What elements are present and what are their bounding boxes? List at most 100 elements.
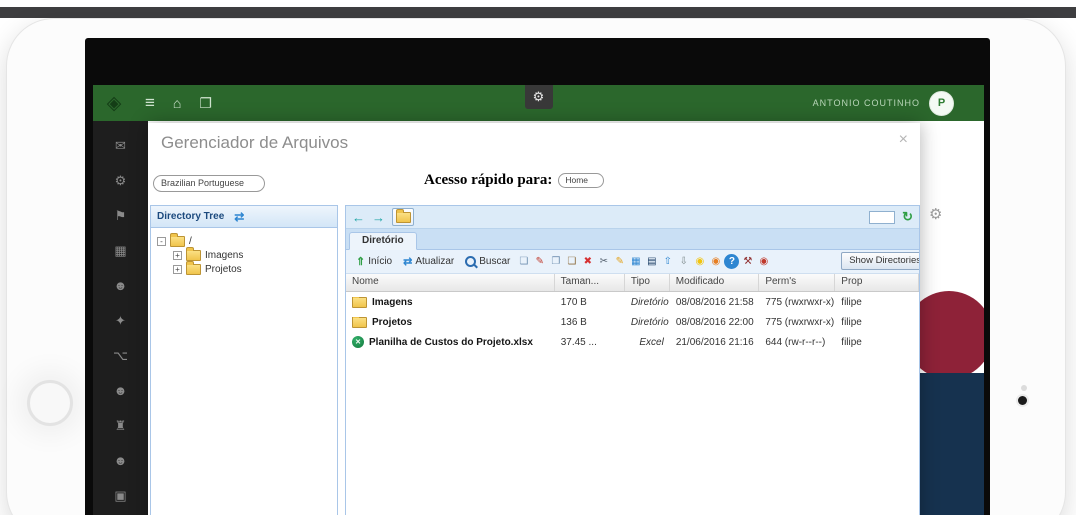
search-icon bbox=[465, 256, 476, 267]
column-modificado[interactable]: Modificado bbox=[670, 274, 760, 291]
upload-icon[interactable]: ⇧ bbox=[660, 254, 675, 269]
cut-icon[interactable]: ✂ bbox=[596, 254, 611, 269]
rename-icon[interactable]: ✎ bbox=[612, 254, 627, 269]
current-folder-button[interactable] bbox=[392, 208, 414, 226]
home-icon[interactable]: ⌂ bbox=[173, 85, 181, 121]
sidebar-item-organization-icon[interactable]: ♜ bbox=[115, 419, 127, 432]
tree-item-label: Projetos bbox=[205, 264, 242, 275]
hamburger-menu-icon[interactable]: ≡ bbox=[145, 85, 155, 121]
desk-edge bbox=[0, 7, 1076, 18]
browser-toolbar: ⇑ Início ⇄ Atualizar Buscar ❏ ✎ ❐ ❏ bbox=[346, 250, 919, 274]
filter-input[interactable] bbox=[869, 211, 895, 224]
column-tamanho[interactable]: Taman... bbox=[555, 274, 625, 291]
back-arrow-icon[interactable]: ← bbox=[352, 210, 365, 225]
tree-item-imagens[interactable]: + Imagens bbox=[173, 248, 331, 262]
language-select[interactable]: Brazilian Portuguese bbox=[153, 175, 265, 192]
file-size: 37.45 ... bbox=[555, 337, 625, 348]
browser-nav-strip: ← → ↻ bbox=[346, 206, 919, 229]
file-modified: 08/08/2016 22:00 bbox=[670, 317, 760, 328]
browser-tab-row: Diretório bbox=[346, 229, 919, 250]
app-window: ⚙ ◈ ≡ ⌂ ❐ ANTONIO COUTINHO P ⚙ ✉ ⚙ ⚑ ▦ ☻… bbox=[93, 85, 984, 515]
sidebar: ✉ ⚙ ⚑ ▦ ☻ ✦ ⌥ ☻ ♜ ☻ ▣ bbox=[93, 121, 148, 515]
quick-access-label: Acesso rápido para: bbox=[424, 172, 552, 189]
quick-access-group: Acesso rápido para: Home bbox=[424, 172, 604, 189]
help-icon[interactable]: ? bbox=[724, 254, 739, 269]
tree-root-label: / bbox=[189, 236, 192, 247]
search-button-label: Buscar bbox=[479, 256, 510, 267]
tools-icon[interactable]: ⚒ bbox=[740, 254, 755, 269]
sidebar-item-alerts-icon[interactable]: ⚑ bbox=[115, 209, 127, 222]
sidebar-item-favorites-icon[interactable]: ✦ bbox=[115, 314, 126, 327]
table-row-imagens[interactable]: Imagens 170 B Diretório 08/08/2016 21:58… bbox=[346, 292, 919, 312]
sidebar-item-users-icon[interactable]: ☻ bbox=[114, 279, 128, 292]
table-row-planilha[interactable]: ✕ Planilha de Custos do Projeto.xlsx 37.… bbox=[346, 332, 919, 352]
brand-logo-icon[interactable]: ◈ bbox=[101, 90, 127, 116]
sidebar-item-structure-icon[interactable]: ⌥ bbox=[113, 349, 128, 362]
collapse-icon[interactable]: - bbox=[157, 237, 166, 246]
sidebar-item-groups-icon[interactable]: ☻ bbox=[114, 454, 128, 467]
refresh-button[interactable]: ⇄ Atualizar bbox=[398, 253, 459, 270]
column-perms[interactable]: Perm's bbox=[759, 274, 835, 291]
file-owner: filipe bbox=[835, 337, 919, 348]
excel-file-icon: ✕ bbox=[352, 336, 364, 348]
table-header: Nome Taman... Tipo Modificado Perm's Pro… bbox=[346, 274, 919, 292]
file-browser-panel: ← → ↻ Diretório ⇑ Início bbox=[345, 205, 920, 515]
sidebar-item-settings-icon[interactable]: ⚙ bbox=[115, 174, 127, 187]
archive-icon[interactable]: ◉ bbox=[708, 254, 723, 269]
file-type: Diretório bbox=[625, 317, 670, 328]
power-icon[interactable]: ◉ bbox=[756, 254, 771, 269]
file-modified: 21/06/2016 21:16 bbox=[670, 337, 760, 348]
view-details-icon[interactable]: ▤ bbox=[644, 254, 659, 269]
file-modified: 08/08/2016 21:58 bbox=[670, 297, 760, 308]
file-name: Projetos bbox=[372, 317, 412, 328]
column-tipo[interactable]: Tipo bbox=[625, 274, 670, 291]
download-icon[interactable]: ⇩ bbox=[676, 254, 691, 269]
table-row-projetos[interactable]: Projetos 136 B Diretório 08/08/2016 22:0… bbox=[346, 312, 919, 332]
refresh-icon: ⇄ bbox=[403, 255, 412, 268]
column-nome[interactable]: Nome bbox=[346, 274, 555, 291]
home-button-label: Início bbox=[368, 256, 392, 267]
refresh-button-label: Atualizar bbox=[415, 256, 454, 267]
show-directories-button[interactable]: Show Directories bbox=[841, 252, 920, 270]
close-icon[interactable]: × bbox=[899, 131, 908, 149]
sidebar-item-modules-icon[interactable]: ▦ bbox=[114, 244, 126, 257]
delete-icon[interactable]: ✖ bbox=[580, 254, 595, 269]
page-settings-gear-icon[interactable]: ⚙ bbox=[929, 205, 942, 223]
forward-arrow-icon[interactable]: → bbox=[372, 210, 385, 225]
file-name: Planilha de Custos do Projeto.xlsx bbox=[369, 337, 533, 348]
settings-gear-button[interactable]: ⚙ bbox=[525, 85, 553, 109]
sidebar-item-mail-icon[interactable]: ✉ bbox=[115, 139, 126, 152]
column-proprietario[interactable]: Prop bbox=[835, 274, 919, 291]
pages-icon[interactable]: ❐ bbox=[199, 85, 212, 121]
user-menu[interactable]: ANTONIO COUTINHO P bbox=[813, 85, 954, 121]
expand-icon[interactable]: + bbox=[173, 265, 182, 274]
search-button[interactable]: Buscar bbox=[460, 254, 515, 269]
view-grid-icon[interactable]: ▦ bbox=[628, 254, 643, 269]
quick-access-select[interactable]: Home bbox=[558, 173, 604, 188]
file-owner: filipe bbox=[835, 297, 919, 308]
tree-refresh-icon[interactable]: ⇄ bbox=[234, 210, 244, 224]
tree-item-projetos[interactable]: + Projetos bbox=[173, 262, 331, 276]
new-file-icon[interactable]: ❏ bbox=[516, 254, 531, 269]
avatar[interactable]: P bbox=[929, 91, 954, 116]
disc-icon[interactable]: ◉ bbox=[692, 254, 707, 269]
tree-root-row[interactable]: - / bbox=[157, 234, 331, 248]
file-name: Imagens bbox=[372, 297, 413, 308]
folder-icon bbox=[186, 264, 201, 275]
file-type: Excel bbox=[625, 337, 670, 348]
expand-icon[interactable]: + bbox=[173, 251, 182, 260]
home-button[interactable]: ⇑ Início bbox=[351, 253, 397, 270]
edit-file-icon[interactable]: ✎ bbox=[532, 254, 547, 269]
tab-diretorio[interactable]: Diretório bbox=[349, 232, 417, 250]
file-perms: 775 (rwxrwxr-x) bbox=[759, 317, 835, 328]
reload-icon[interactable]: ↻ bbox=[902, 209, 913, 225]
modal-title: Gerenciador de Arquivos bbox=[161, 133, 348, 153]
copy-icon[interactable]: ❐ bbox=[548, 254, 563, 269]
sidebar-item-media-icon[interactable]: ▣ bbox=[114, 489, 126, 502]
sidebar-item-profile-icon[interactable]: ☻ bbox=[114, 384, 128, 397]
folder-icon bbox=[352, 297, 367, 308]
stage: ⚙ ◈ ≡ ⌂ ❐ ANTONIO COUTINHO P ⚙ ✉ ⚙ ⚑ ▦ ☻… bbox=[0, 0, 1076, 515]
file-manager-modal: Gerenciador de Arquivos × Brazilian Port… bbox=[148, 123, 920, 515]
paste-icon[interactable]: ❏ bbox=[564, 254, 579, 269]
file-size: 136 B bbox=[555, 317, 625, 328]
